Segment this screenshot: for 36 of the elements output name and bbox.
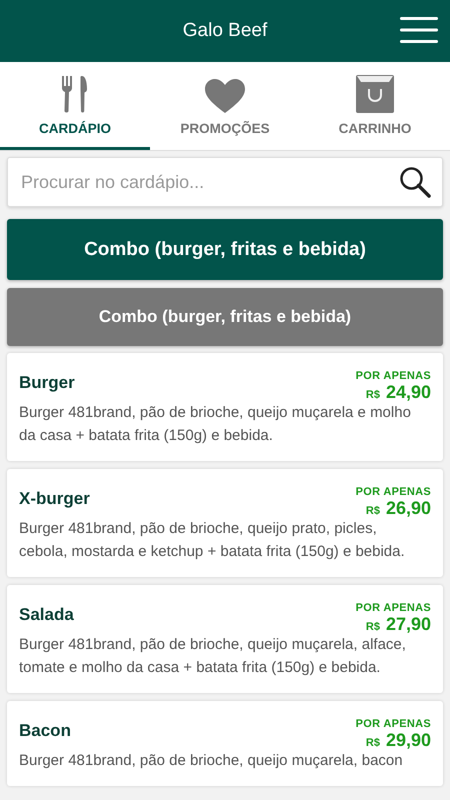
nav-tab[interactable]: CARDÁPIO	[0, 62, 150, 150]
menu-item-card[interactable]: Burger POR APENAS R$ 24,90 Burger 481brand, pão de brioche, queijo muçarela e molho da casa + batata frita (150g) e bebida.	[7, 353, 443, 461]
price-label: POR APENAS	[356, 718, 431, 730]
item-name: X-burger	[19, 489, 90, 509]
menu-item-card[interactable]: Bacon POR APENAS R$ 29,90 Burger 481brand, pão de brioche, queijo muçarela, bacon	[7, 701, 443, 786]
currency-symbol: R$	[366, 389, 380, 401]
currency-symbol: R$	[366, 737, 380, 749]
currency-symbol: R$	[366, 621, 380, 633]
nav-tab[interactable]: PROMOÇÕES	[150, 62, 300, 150]
item-price: 24,90	[386, 382, 431, 403]
search-field[interactable]: Procurar no cardápio...	[7, 157, 443, 207]
item-description: Burger 481brand, pão de brioche, queijo muçarela e molho da casa + batata frita (150g) e bebida.	[19, 403, 412, 446]
item-name: Salada	[19, 605, 74, 625]
item-price: 27,90	[386, 614, 431, 635]
item-description: Burger 481brand, pão de brioche, queijo prato, picles, cebola, mostarda e ketchup + batata frita (150g) e bebida.	[19, 519, 406, 562]
shopping-bag-icon	[356, 75, 394, 113]
price-label: POR APENAS	[356, 602, 431, 614]
price-label: POR APENAS	[356, 370, 431, 382]
price-label: POR APENAS	[356, 486, 431, 498]
item-description: Burger 481brand, pão de brioche, queijo muçarela, bacon	[19, 751, 404, 771]
menu-item-card[interactable]: X-burger POR APENAS R$ 26,90 Burger 481brand, pão de brioche, queijo prato, picles, cebola, mostarda e ketchup + batata frita (150g) e bebida.	[7, 469, 443, 577]
currency-symbol: R$	[366, 505, 380, 517]
item-price: 26,90	[386, 498, 431, 519]
search-icon	[399, 166, 431, 198]
menu-icon	[400, 17, 438, 43]
menu-item-card[interactable]: Salada POR APENAS R$ 27,90 Burger 481brand, pão de brioche, queijo muçarela, alface, tomate e molho da casa + batata frita (150g) e bebida.	[7, 585, 443, 693]
category-button[interactable]: Combo (burger, fritas e bebida)	[7, 288, 443, 346]
category-button[interactable]: Combo (burger, fritas e bebida)	[7, 219, 443, 280]
menu-button[interactable]	[400, 17, 438, 43]
item-price: 29,90	[386, 730, 431, 751]
app-title: Galo Beef	[182, 20, 268, 42]
item-description: Burger 481brand, pão de brioche, queijo muçarela, alface, tomate e molho da casa + batata frita (150g) e bebida.	[19, 635, 407, 678]
heart-icon	[205, 79, 245, 113]
nav-tab[interactable]: CARRINHO	[300, 62, 450, 150]
item-name: Burger	[19, 373, 75, 393]
item-name: Bacon	[19, 721, 71, 741]
